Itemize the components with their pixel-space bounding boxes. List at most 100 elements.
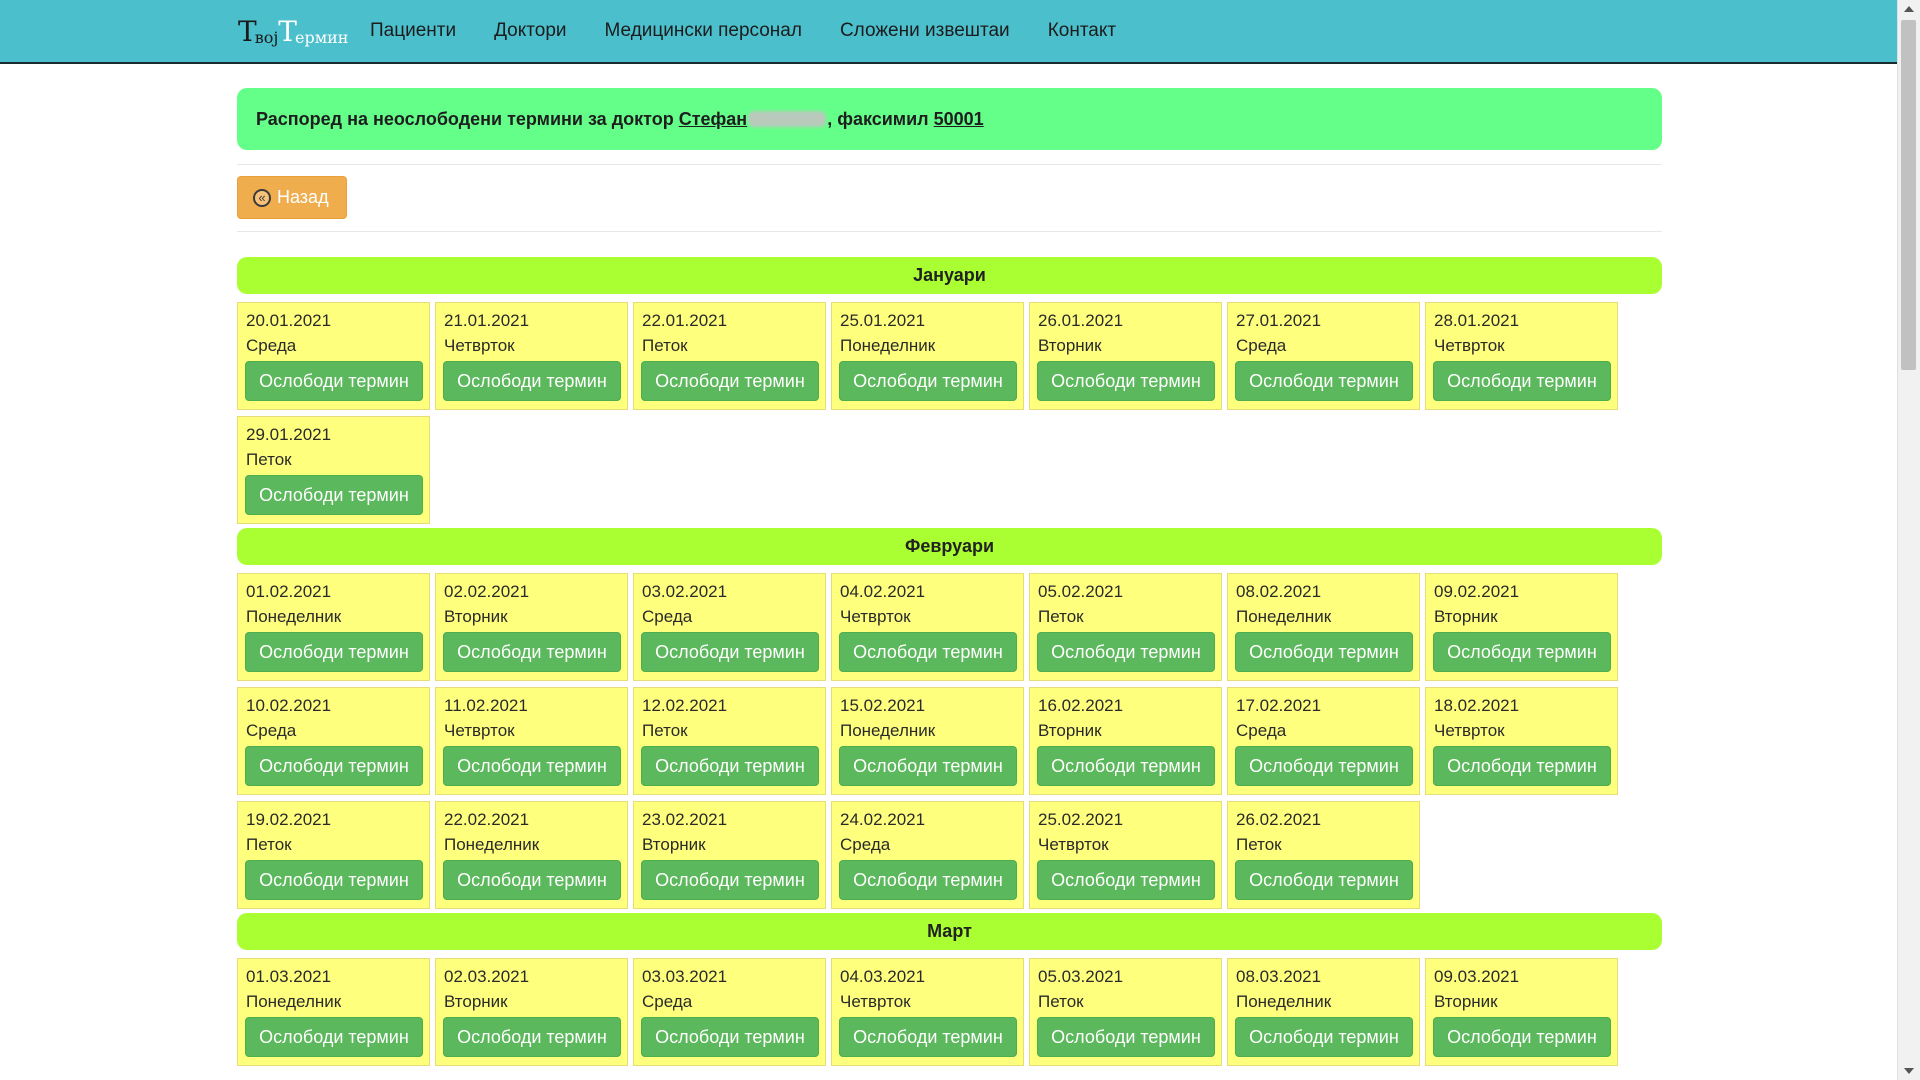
appointment-day-card: 15.02.2021 Понеделник Ослободи термин [831,687,1024,795]
day-weekday: Среда [1236,336,1287,355]
day-date: 01.02.2021 [246,582,332,601]
day-weekday: Вторник [444,607,508,626]
free-appointment-button[interactable]: Ослободи термин [1235,746,1413,786]
free-appointment-button[interactable]: Ослободи термин [245,746,423,786]
nav-link-doctors[interactable]: Доктори [494,20,566,42]
day-date: 28.01.2021 [1434,311,1520,330]
day-date: 03.02.2021 [642,582,728,601]
day-weekday: Петок [1038,607,1084,626]
day-weekday: Петок [642,336,688,355]
day-weekday: Понеделник [840,336,936,355]
day-weekday: Вторник [1434,992,1498,1011]
free-appointment-button[interactable]: Ослободи термин [839,632,1017,672]
day-date: 25.02.2021 [1038,810,1124,829]
appointment-day-card: 09.03.2021 Вторник Ослободи термин [1425,958,1618,1066]
free-appointment-button[interactable]: Ослободи термин [443,361,621,401]
appointment-day-card: 04.02.2021 Четврток Ослободи термин [831,573,1024,681]
free-appointment-button[interactable]: Ослободи термин [839,746,1017,786]
free-appointment-button[interactable]: Ослободи термин [245,632,423,672]
day-weekday: Петок [246,450,292,469]
day-weekday: Четврток [840,607,911,626]
free-appointment-button[interactable]: Ослободи термин [1037,632,1215,672]
day-date: 25.01.2021 [840,311,926,330]
day-weekday: Среда [840,835,891,854]
back-button[interactable]: « Назад [237,176,347,219]
free-appointment-button[interactable]: Ослободи термин [1433,632,1611,672]
back-button-label: Назад [277,187,329,207]
free-appointment-button[interactable]: Ослободи термин [245,361,423,401]
day-weekday: Понеделник [246,992,342,1011]
free-appointment-button[interactable]: Ослободи термин [839,1017,1017,1057]
free-appointment-button[interactable]: Ослободи термин [839,860,1017,900]
day-weekday: Понеделник [1236,992,1332,1011]
appointment-day-card: 03.03.2021 Среда Ослободи термин [633,958,826,1066]
appointment-day-card: 23.02.2021 Вторник Ослободи термин [633,801,826,909]
free-appointment-button[interactable]: Ослободи термин [1235,361,1413,401]
facsimile-link[interactable]: 50001 [934,109,984,130]
free-appointment-button[interactable]: Ослободи термин [641,746,819,786]
day-date: 15.02.2021 [840,696,926,715]
free-appointment-button[interactable]: Ослободи термин [443,632,621,672]
free-appointment-button[interactable]: Ослободи термин [839,361,1017,401]
day-weekday: Понеделник [444,835,540,854]
free-appointment-button[interactable]: Ослободи термин [1235,860,1413,900]
day-date: 22.02.2021 [444,810,530,829]
day-weekday: Петок [1038,992,1084,1011]
free-appointment-button[interactable]: Ослободи термин [1235,1017,1413,1057]
appointment-day-card: 29.01.2021 Петок Ослободи термин [237,416,430,524]
nav-link-reports[interactable]: Сложени извештаи [840,20,1010,42]
day-weekday: Вторник [1038,336,1102,355]
free-appointment-button[interactable]: Ослободи термин [641,1017,819,1057]
free-appointment-button[interactable]: Ослободи термин [443,1017,621,1057]
page-scrollbar[interactable] [1897,0,1920,1080]
day-weekday: Среда [642,992,693,1011]
appointment-day-card: 12.02.2021 Петок Ослободи термин [633,687,826,795]
day-weekday: Понеделник [246,607,342,626]
free-appointment-button[interactable]: Ослободи термин [245,860,423,900]
day-date: 02.03.2021 [444,967,530,986]
free-appointment-button[interactable]: Ослободи термин [245,475,423,515]
appointment-day-card: 05.03.2021 Петок Ослободи термин [1029,958,1222,1066]
day-weekday: Петок [1236,835,1282,854]
free-appointment-button[interactable]: Ослободи термин [1433,746,1611,786]
free-appointment-button[interactable]: Ослободи термин [1433,361,1611,401]
day-weekday: Четврток [444,721,515,740]
free-appointment-button[interactable]: Ослободи термин [1037,860,1215,900]
free-appointment-button[interactable]: Ослободи термин [1037,361,1215,401]
divider-bottom [237,231,1662,232]
day-weekday: Понеделник [1236,607,1332,626]
redacted-surname [748,110,827,127]
scroll-down-arrow-icon[interactable] [1904,1068,1914,1074]
brand-logo[interactable]: Т вој Т ермин [238,11,348,51]
brand-letters-4: ермин [294,27,349,47]
day-date: 08.02.2021 [1236,582,1322,601]
top-navbar: Т вој Т ермин Пациенти Доктори Медицинск… [0,0,1898,64]
appointment-day-card: 25.02.2021 Четврток Ослободи термин [1029,801,1222,909]
day-weekday: Понеделник [840,721,936,740]
free-appointment-button[interactable]: Ослободи термин [641,361,819,401]
scrollbar-thumb[interactable] [1901,20,1916,370]
free-appointment-button[interactable]: Ослободи термин [641,860,819,900]
scroll-up-arrow-icon[interactable] [1904,6,1914,12]
free-appointment-button[interactable]: Ослободи термин [443,860,621,900]
free-appointment-button[interactable]: Ослободи термин [1235,632,1413,672]
day-weekday: Четврток [840,992,911,1011]
free-appointment-button[interactable]: Ослободи термин [1037,1017,1215,1057]
day-date: 08.03.2021 [1236,967,1322,986]
day-date: 20.01.2021 [246,311,332,330]
appointment-day-card: 10.02.2021 Среда Ослободи термин [237,687,430,795]
doctor-name-link[interactable]: Стефан [679,109,827,130]
nav-link-patients[interactable]: Пациенти [370,20,456,42]
free-appointment-button[interactable]: Ослободи термин [1433,1017,1611,1057]
double-chevron-left-icon: « [253,188,271,207]
nav-link-medical-staff[interactable]: Медицински персонал [605,20,802,42]
day-date: 19.02.2021 [246,810,332,829]
appointment-day-card: 25.01.2021 Понеделник Ослободи термин [831,302,1024,410]
free-appointment-button[interactable]: Ослободи термин [641,632,819,672]
free-appointment-button[interactable]: Ослободи термин [245,1017,423,1057]
brand-letter-3: Т [278,14,297,48]
day-weekday: Петок [642,721,688,740]
free-appointment-button[interactable]: Ослободи термин [1037,746,1215,786]
free-appointment-button[interactable]: Ослободи термин [443,746,621,786]
nav-link-contact[interactable]: Контакт [1048,20,1116,42]
